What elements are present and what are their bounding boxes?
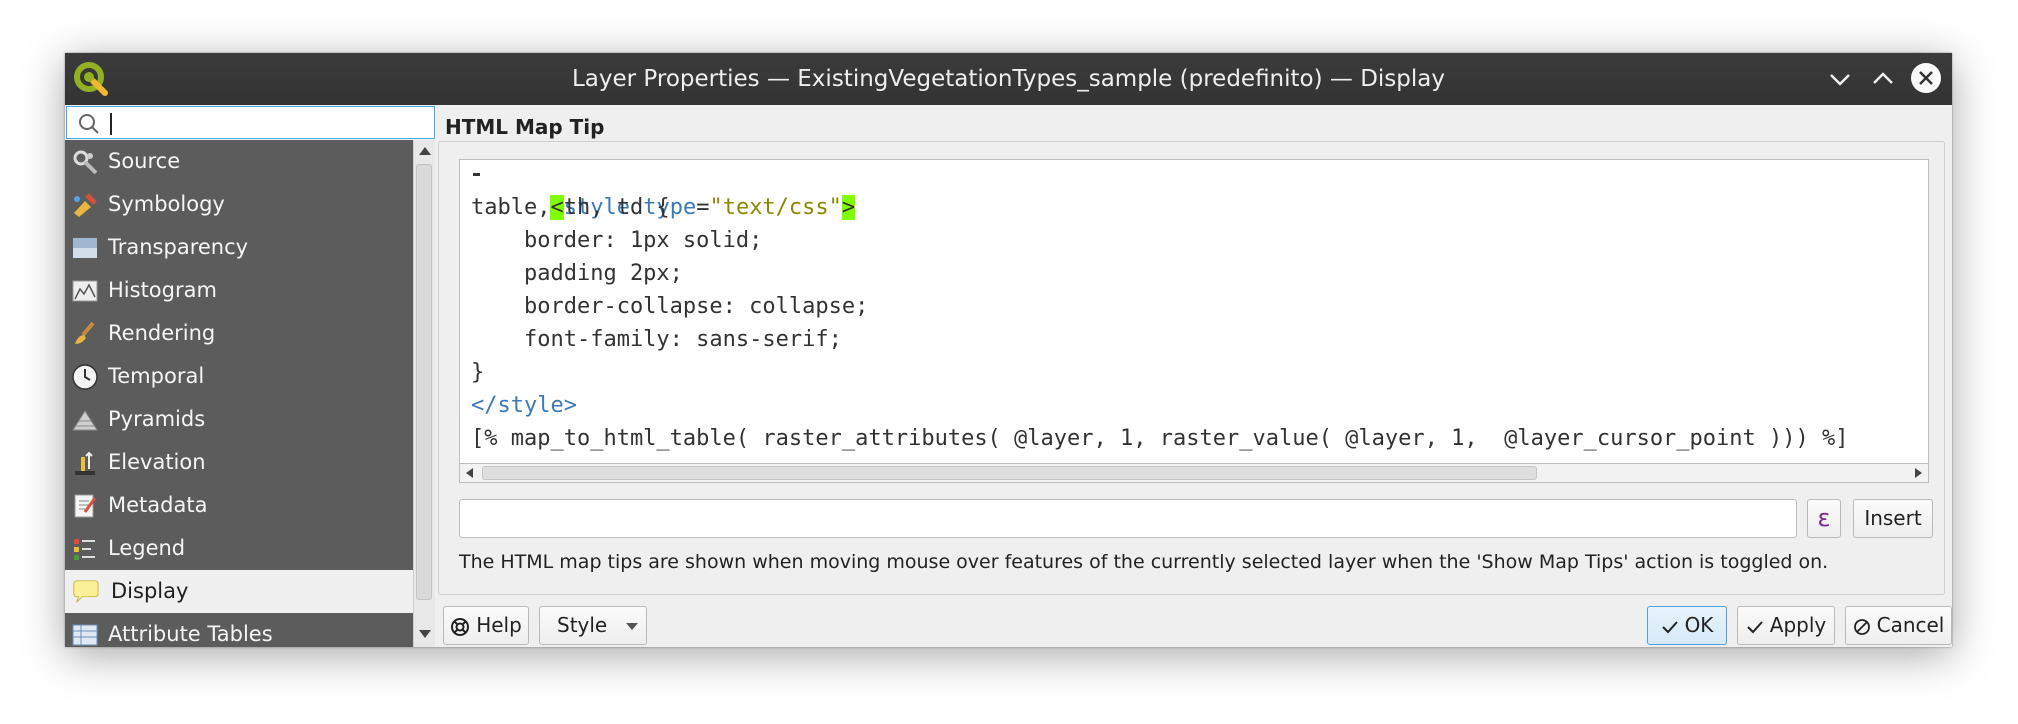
search-input[interactable] <box>111 109 430 138</box>
sidebar-item-label: Source <box>108 149 181 173</box>
help-button[interactable]: Help <box>443 606 529 645</box>
sidebar: Source Symbology Transparency Histogram <box>65 140 413 647</box>
cancel-icon <box>1853 618 1870 635</box>
close-icon <box>1911 63 1941 93</box>
editor-horizontal-scrollbar[interactable] <box>459 463 1929 483</box>
checkmark-icon <box>1661 620 1678 633</box>
dropdown-arrow-icon <box>626 623 638 630</box>
sidebar-item-symbology[interactable]: Symbology <box>65 183 413 226</box>
sidebar-item-label: Display <box>111 579 189 603</box>
code-line-7: } <box>471 360 485 385</box>
title-bar: Layer Properties — ExistingVegetationTyp… <box>65 53 1952 105</box>
fold-marker-icon[interactable] <box>473 173 480 176</box>
expression-builder-button[interactable]: ε <box>1807 499 1841 538</box>
sidebar-item-label: Temporal <box>108 364 205 388</box>
sidebar-item-label: Legend <box>108 536 186 560</box>
sidebar-item-label: Histogram <box>108 278 217 302</box>
scroll-up-arrow-icon[interactable] <box>419 147 431 155</box>
code-line-6: font-family: sans-serif; <box>471 327 842 352</box>
pyramid-icon <box>72 410 98 431</box>
sidebar-item-transparency[interactable]: Transparency <box>65 226 413 269</box>
scroll-down-arrow-icon[interactable] <box>419 630 431 638</box>
code-line-3: border: 1px solid; <box>471 228 763 253</box>
sidebar-item-pyramids[interactable]: Pyramids <box>65 398 413 441</box>
help-text: The HTML map tips are shown when moving … <box>459 551 1829 573</box>
sidebar-item-temporal[interactable]: Temporal <box>65 355 413 398</box>
expression-input[interactable] <box>459 499 1797 538</box>
apply-button[interactable]: Apply <box>1737 606 1835 645</box>
sidebar-item-label: Rendering <box>108 321 216 345</box>
code-line-8: </style> <box>471 393 577 418</box>
sidebar-item-histogram[interactable]: Histogram <box>65 269 413 312</box>
close-button[interactable] <box>1911 63 1943 95</box>
sidebar-item-label: Pyramids <box>108 407 206 431</box>
sidebar-scrollbar[interactable] <box>413 140 435 647</box>
scroll-left-arrow-icon[interactable] <box>466 468 473 478</box>
sidebar-item-label: Symbology <box>108 192 225 216</box>
section-title: HTML Map Tip <box>445 115 605 139</box>
scrollbar-thumb[interactable] <box>482 466 1537 480</box>
insert-button[interactable]: Insert <box>1853 499 1933 538</box>
sidebar-item-legend[interactable]: Legend <box>65 527 413 570</box>
code-line-4: padding 2px; <box>471 261 683 286</box>
transparency-icon <box>73 238 97 258</box>
sidebar-item-metadata[interactable]: Metadata <box>65 484 413 527</box>
checkmark-icon <box>1747 620 1763 633</box>
style-dropdown-button[interactable]: Style <box>539 606 647 645</box>
histogram-icon <box>72 280 98 302</box>
scrollbar-thumb[interactable] <box>416 164 432 600</box>
brush-icon <box>75 321 95 344</box>
search-field[interactable] <box>66 106 435 139</box>
metadata-edit-icon <box>74 494 97 518</box>
elevation-icon <box>75 451 95 475</box>
sidebar-item-label: Attribute Tables <box>108 622 273 646</box>
sidebar-item-label: Metadata <box>108 493 208 517</box>
sidebar-item-label: Transparency <box>108 235 249 259</box>
sidebar-item-attribute-tables[interactable]: Attribute Tables <box>65 613 413 647</box>
paintbrush-palette-icon <box>74 193 97 217</box>
sidebar-item-label: Elevation <box>108 450 206 474</box>
code-line-9: [% map_to_html_table( raster_attributes(… <box>471 426 1849 451</box>
sidebar-item-elevation[interactable]: Elevation <box>65 441 413 484</box>
speech-bubble-icon <box>73 580 99 603</box>
table-icon <box>72 624 98 646</box>
code-line-2: table, th, td { <box>471 195 670 220</box>
code-line-1: <style type="text/css"> <box>471 160 856 220</box>
sidebar-item-rendering[interactable]: Rendering <box>65 312 413 355</box>
minimize-chevron-icon[interactable] <box>1824 63 1856 95</box>
code-line-5: border-collapse: collapse; <box>471 294 869 319</box>
ok-button[interactable]: OK <box>1647 606 1727 645</box>
layer-properties-dialog: Layer Properties — ExistingVegetationTyp… <box>65 53 1952 647</box>
search-icon <box>79 114 99 134</box>
sidebar-item-source[interactable]: Source <box>65 140 413 183</box>
html-code-editor[interactable]: <style type="text/css"> table, th, td { … <box>459 159 1929 482</box>
legend-icon <box>74 539 95 560</box>
cancel-button[interactable]: Cancel <box>1845 606 1952 645</box>
sidebar-item-display[interactable]: Display <box>65 570 413 613</box>
window-title: Layer Properties — ExistingVegetationTyp… <box>571 66 1445 92</box>
lifebuoy-icon <box>451 617 470 636</box>
scroll-right-arrow-icon[interactable] <box>1915 468 1922 478</box>
wrench-gear-icon <box>73 150 98 175</box>
clock-icon <box>72 364 98 390</box>
maximize-chevron-icon[interactable] <box>1867 63 1899 95</box>
